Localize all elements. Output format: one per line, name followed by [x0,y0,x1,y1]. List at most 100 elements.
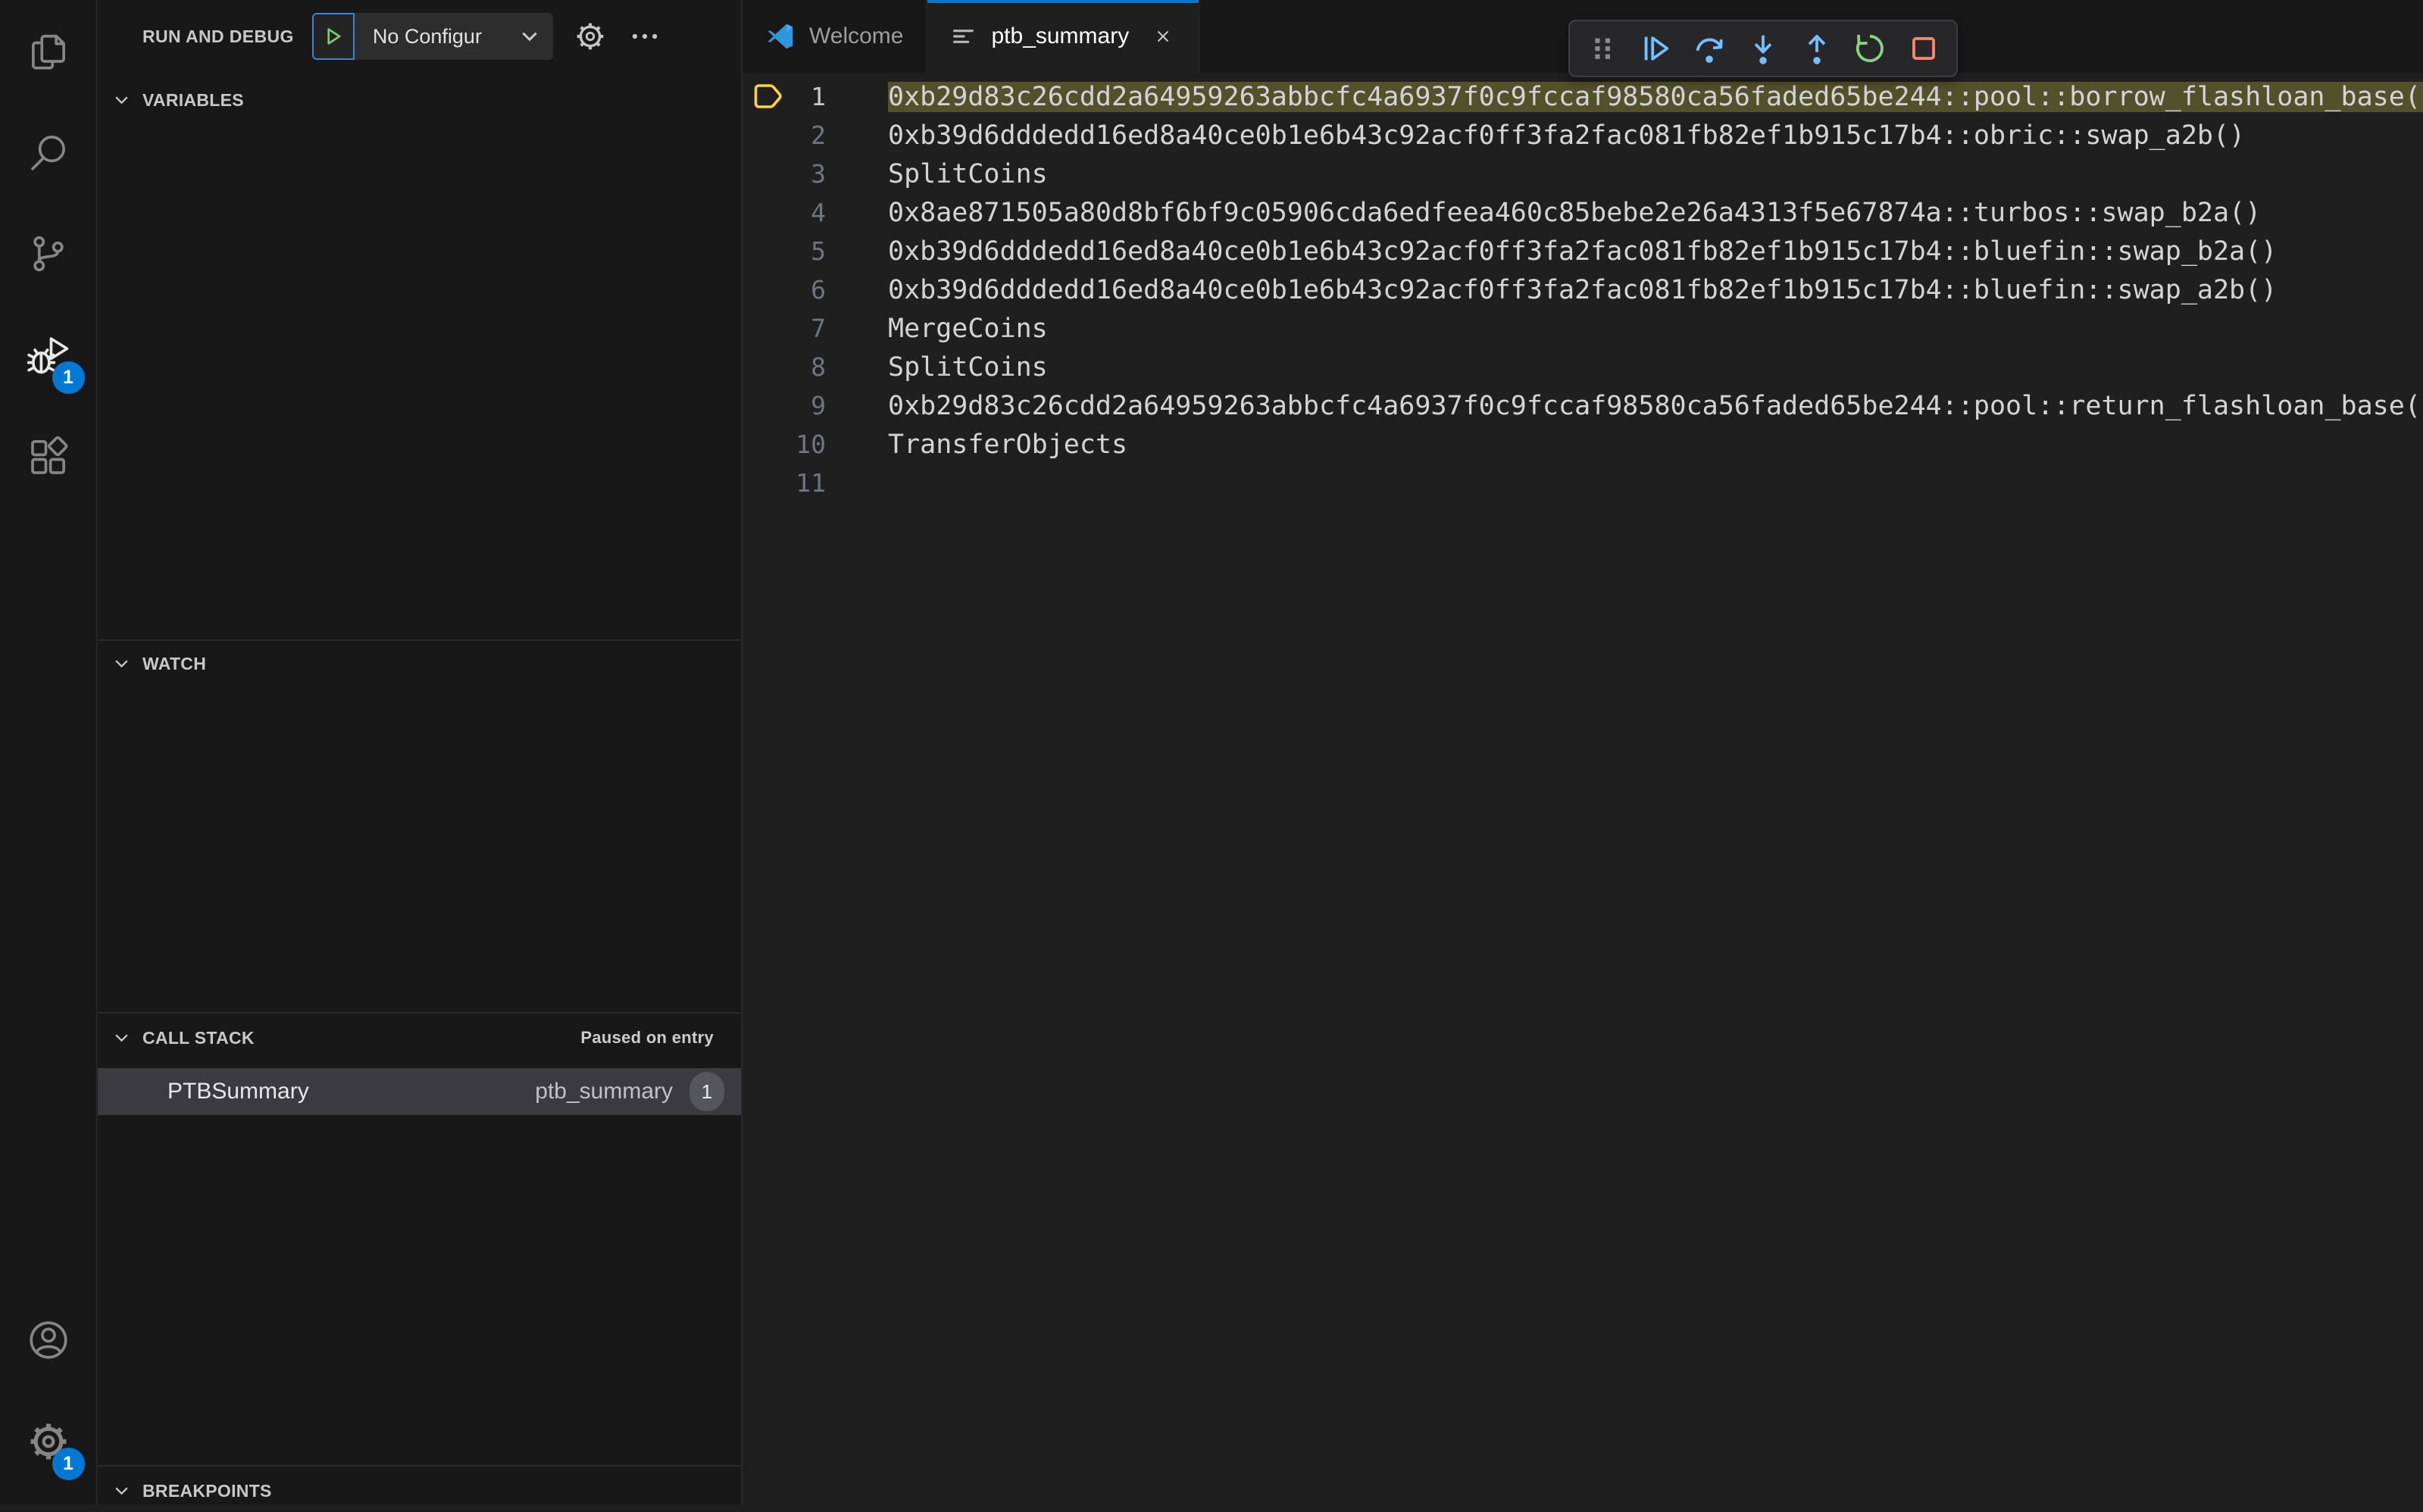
debug-toolbar [1568,20,1958,77]
chevron-down-icon [113,1029,130,1047]
editor-group: Welcome ptb_summary 1 0xb29d83c26cdd2a64… [743,0,2423,1504]
account-icon [27,1319,70,1361]
code-line[interactable]: 7 MergeCoins [743,309,2423,348]
stop-button[interactable] [1902,27,1945,70]
run-and-debug-sidebar: RUN AND DEBUG No Configur VARIABLES WATC… [98,0,743,1504]
activity-item-settings[interactable]: 1 [0,1391,97,1492]
debug-launch-control: No Configur [311,13,553,60]
call-stack-section-header[interactable]: CALL STACK Paused on entry [98,1017,741,1059]
activity-item-accounts[interactable] [0,1289,97,1391]
call-stack-frame-row[interactable]: PTBSummary ptb_summary 1 [98,1068,741,1115]
line-number: 3 [811,159,826,189]
code-editor[interactable]: 1 0xb29d83c26cdd2a64959263abbcfc4a6937f0… [743,73,2423,502]
tab-label: ptb_summary [991,23,1130,48]
section-divider [98,1012,741,1014]
line-number: 6 [811,275,826,305]
close-icon[interactable] [1150,23,1176,49]
ellipsis-icon [632,33,658,39]
restart-button[interactable] [1849,27,1891,70]
step-into-icon [1754,35,1772,64]
search-icon [27,131,70,173]
activity-item-extensions[interactable] [0,406,97,508]
code-line[interactable]: 8 SplitCoins [743,348,2423,386]
vscode-window: { "colors": { "accent": "#0078d4", "debu… [0,0,2423,1504]
watch-section-label: WATCH [142,653,207,673]
code-line[interactable]: 9 0xb29d83c26cdd2a64959263abbcfc4a6937f0… [743,386,2423,425]
tab-ptb-summary[interactable]: ptb_summary [927,0,1201,73]
breakpoints-section-label: BREAKPOINTS [142,1480,272,1501]
activity-bar: 1 1 [0,0,97,1504]
code-line[interactable]: 4 0x8ae871505a80d8bf6bf9c05906cda6edfeea… [743,193,2423,232]
code-text: 0xb29d83c26cdd2a64959263abbcfc4a6937f0c9… [888,81,2423,112]
code-text: SplitCoins [888,158,1048,189]
step-out-icon [1808,34,1825,64]
sidebar-title: RUN AND DEBUG [142,26,294,46]
source-control-icon [27,233,70,275]
code-text: SplitCoins [888,351,1048,383]
sidebar-header: RUN AND DEBUG No Configur [98,0,741,73]
variables-section-header[interactable]: VARIABLES [98,79,741,121]
continue-icon [1644,36,1669,61]
activity-item-search[interactable] [0,102,97,203]
section-divider [98,639,741,641]
activity-bar-top: 1 [0,0,97,508]
activity-item-source-control[interactable] [0,203,97,305]
restart-icon [1856,34,1884,63]
line-number: 4 [811,198,826,227]
play-icon [327,28,341,45]
continue-button[interactable] [1635,27,1677,70]
code-line[interactable]: 3 SplitCoins [743,155,2423,193]
call-stack-section-label: CALL STACK [142,1027,255,1048]
line-number: 9 [811,391,826,420]
code-text: 0xb39d6dddedd16ed8a40ce0b1e6b43c92acf0ff… [888,120,2246,151]
code-line[interactable]: 11 [743,464,2423,502]
step-over-icon [1696,38,1724,63]
step-out-button[interactable] [1796,27,1838,70]
section-divider [98,1465,741,1467]
grip-dots-icon [1595,38,1611,59]
code-line[interactable]: 2 0xb39d6dddedd16ed8a40ce0b1e6b43c92acf0… [743,116,2423,155]
watch-section-header[interactable]: WATCH [98,642,741,685]
call-stack-frame-source: ptb_summary [535,1079,673,1104]
debug-configuration-value: No Configur [372,24,482,48]
activity-bar-bottom: 1 [0,1289,97,1504]
call-stack-frame-badge: 1 [689,1072,724,1111]
stop-icon [1912,37,1935,60]
code-text: MergeCoins [888,313,1048,344]
variables-section-label: VARIABLES [142,89,244,110]
chevron-down-icon [113,92,130,109]
debug-settings-button[interactable] [573,19,608,54]
line-number: 5 [811,236,826,266]
step-over-button[interactable] [1688,27,1730,70]
breakpoints-section-header[interactable]: BREAKPOINTS [98,1470,741,1512]
extensions-icon [27,436,70,478]
code-line[interactable]: 10 TransferObjects [743,425,2423,464]
code-text: TransferObjects [888,429,1128,460]
views-more-actions-button[interactable] [627,19,662,54]
tab-label: Welcome [809,23,904,48]
activity-item-run-and-debug[interactable]: 1 [0,305,97,406]
chevron-down-icon [522,32,537,42]
chevron-down-icon [113,655,130,673]
current-frame-arrow-icon [752,80,786,114]
activity-item-explorer[interactable] [0,0,97,102]
start-debugging-button[interactable] [311,13,355,60]
code-line[interactable]: 1 0xb29d83c26cdd2a64959263abbcfc4a6937f0… [743,77,2423,116]
toolbar-drag-handle[interactable] [1581,27,1624,70]
debug-badge: 1 [52,361,85,394]
step-into-button[interactable] [1742,27,1784,70]
gear-icon [577,23,604,50]
debug-configuration-dropdown[interactable]: No Configur [354,13,553,60]
code-text: 0xb39d6dddedd16ed8a40ce0b1e6b43c92acf0ff… [888,236,2278,267]
code-text: 0x8ae871505a80d8bf6bf9c05906cda6edfeea46… [888,197,2262,228]
call-stack-status: Paused on entry [580,1028,714,1047]
settings-badge: 1 [52,1448,85,1480]
list-file-icon [950,23,977,50]
code-line[interactable]: 5 0xb39d6dddedd16ed8a40ce0b1e6b43c92acf0… [743,232,2423,270]
explorer-icon [27,30,70,72]
tab-welcome[interactable]: Welcome [743,0,928,73]
code-line[interactable]: 6 0xb39d6dddedd16ed8a40ce0b1e6b43c92acf0… [743,270,2423,309]
vscode-logo-icon [765,21,796,52]
call-stack-frame-name: PTBSummary [167,1079,309,1104]
code-text: 0xb29d83c26cdd2a64959263abbcfc4a6937f0c9… [888,390,2423,421]
